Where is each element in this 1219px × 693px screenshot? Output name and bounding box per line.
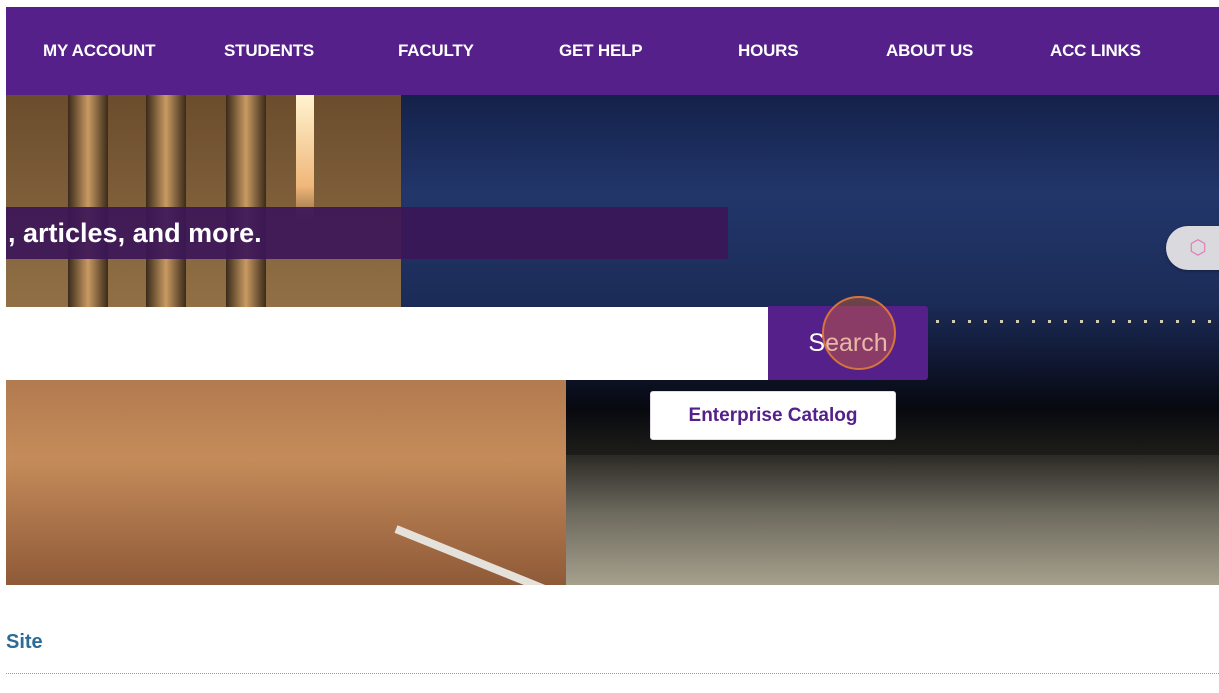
building-light	[296, 95, 314, 225]
cube-icon: ⬡	[1189, 237, 1207, 259]
brick-building	[6, 375, 566, 585]
nav-hours[interactable]: HOURS	[738, 7, 799, 95]
horizon-lights	[936, 320, 1219, 323]
nav-my-account[interactable]: MY ACCOUNT	[43, 7, 155, 95]
nav-acc-links[interactable]: ACC LINKS	[1050, 7, 1141, 95]
floating-widget-tab[interactable]: ⬡	[1166, 226, 1219, 270]
nav-about-us[interactable]: ABOUT US	[886, 7, 973, 95]
nav-faculty[interactable]: FACULTY	[398, 7, 474, 95]
search-input[interactable]	[6, 307, 768, 380]
dotted-divider	[6, 673, 1219, 674]
enterprise-catalog-button[interactable]: Enterprise Catalog	[650, 391, 896, 440]
hero-tagline: , articles, and more.	[6, 207, 728, 259]
top-navigation-bar: MY ACCOUNT STUDENTS FACULTY GET HELP HOU…	[6, 7, 1219, 95]
search-button[interactable]: Search	[768, 306, 928, 380]
section-heading[interactable]: Site	[6, 631, 43, 654]
nav-get-help[interactable]: GET HELP	[559, 7, 643, 95]
nav-students[interactable]: STUDENTS	[224, 7, 314, 95]
